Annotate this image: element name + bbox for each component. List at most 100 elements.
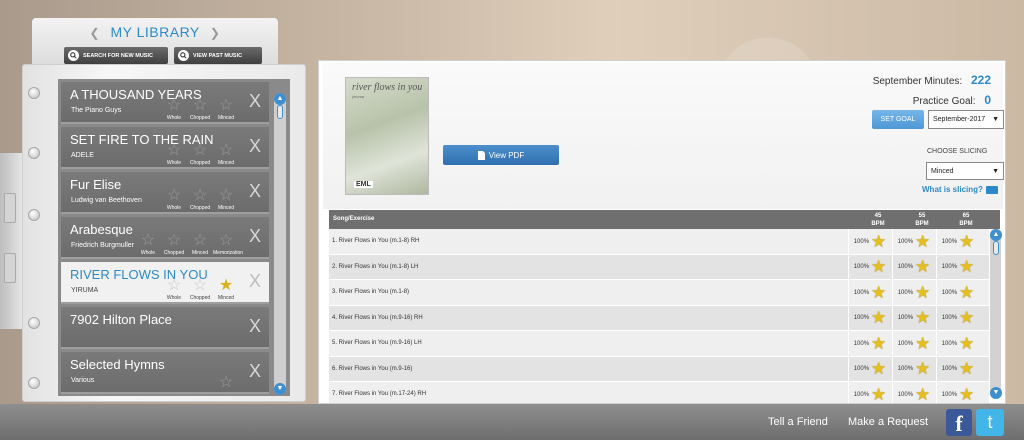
scroll-down-icon[interactable]: ▼ xyxy=(990,387,1002,399)
bpm-value: 55 xyxy=(918,213,926,219)
bpm-value: 45 xyxy=(874,213,882,219)
song-list-item[interactable]: Arabesque Friedrich Burgmuller X ☆ Whole ☆ Cho… xyxy=(61,217,269,259)
song-list-item[interactable]: RIVER FLOWS IN YOU YIRUMA X ☆ Whole ☆ Chopped ★… xyxy=(61,262,269,304)
remove-song-icon[interactable]: X xyxy=(249,316,261,337)
star-cell: ☆ Whole xyxy=(135,232,161,257)
exercise-name: 5. River Flows in You (m.9-16) LH xyxy=(332,340,422,346)
scroll-down-icon[interactable]: ▼ xyxy=(274,383,286,395)
what-is-slicing-link[interactable]: What is slicing? xyxy=(922,185,998,194)
bpm-cell[interactable]: 100% ★ xyxy=(892,305,935,331)
table-row[interactable]: 5. River Flows in You (m.9-16) LH 100% ★ 10… xyxy=(329,331,989,357)
tell-a-friend-link[interactable]: Tell a Friend xyxy=(768,416,828,428)
star-label: Whole xyxy=(166,115,182,121)
bpm-cell[interactable]: 100% ★ xyxy=(848,254,891,280)
scroll-thumb[interactable] xyxy=(277,105,283,119)
bpm-cell[interactable]: 100% ★ xyxy=(848,356,891,382)
star-icon: ★ xyxy=(915,231,931,251)
song-list-item[interactable]: Selected Hymns Various X ☆ xyxy=(61,352,269,394)
song-list-item[interactable]: 7902 Hilton Place X xyxy=(61,307,269,349)
bpm-cell[interactable]: 100% ★ xyxy=(936,382,979,404)
table-row[interactable]: 4. River Flows in You (m.9-16) RH 100% ★ 10… xyxy=(329,305,989,331)
star-icon: ☆ xyxy=(192,232,208,249)
bpm-cell[interactable]: 100% ★ xyxy=(936,229,979,255)
view-past-music-button[interactable]: VIEW PAST MUSIC xyxy=(174,47,262,64)
completion-percent: 100% xyxy=(941,289,958,296)
bpm-cell[interactable]: 100% ★ xyxy=(848,382,891,404)
goal-label: Practice Goal: xyxy=(912,96,976,107)
bpm-cell[interactable]: 100% ★ xyxy=(936,305,979,331)
song-list-item[interactable]: Fur Elise Ludwig van Beethoven X ☆ Whole ☆ Cho… xyxy=(61,172,269,214)
chevron-down-icon: ▼ xyxy=(992,167,999,175)
bpm-header: 55 BPM xyxy=(907,212,937,228)
twitter-icon[interactable]: t xyxy=(976,409,1004,436)
star-icon: ★ xyxy=(959,359,975,379)
completion-percent: 100% xyxy=(897,289,914,296)
scroll-thumb[interactable] xyxy=(993,241,999,255)
remove-song-icon[interactable]: X xyxy=(249,361,261,382)
goal-stat: Practice Goal: 0 xyxy=(913,93,991,107)
safe-hinge xyxy=(4,193,16,223)
scroll-up-icon[interactable]: ▲ xyxy=(990,229,1002,241)
completion-percent: 100% xyxy=(897,391,914,398)
star-cell: ☆ xyxy=(213,374,239,392)
progress-stars: ☆ Whole ☆ Chopped ☆ Minced xyxy=(161,142,239,167)
completion-percent: 100% xyxy=(897,315,914,322)
bpm-cell[interactable]: 100% ★ xyxy=(936,356,979,382)
table-row[interactable]: 3. River Flows in You (m.1-8) 100% ★ 100% ★ 1… xyxy=(329,280,989,306)
star-icon: ★ xyxy=(959,384,975,404)
star-icon: ☆ xyxy=(166,232,182,249)
star-cell: ☆ Chopped xyxy=(187,142,213,167)
remove-song-icon[interactable]: X xyxy=(249,226,261,247)
slicing-select-value: Minced xyxy=(931,167,954,175)
bpm-cell[interactable]: 100% ★ xyxy=(936,280,979,306)
search-new-music-button[interactable]: SEARCH FOR NEW MUSIC xyxy=(64,47,168,64)
safe-door xyxy=(0,153,24,329)
bpm-cell[interactable]: 100% ★ xyxy=(892,280,935,306)
library-title: MY LIBRARY xyxy=(110,24,200,40)
bpm-cell[interactable]: 100% ★ xyxy=(848,331,891,357)
bpm-cell[interactable]: 100% ★ xyxy=(848,280,891,306)
bpm-cell[interactable]: 100% ★ xyxy=(848,305,891,331)
remove-song-icon[interactable]: X xyxy=(249,271,261,292)
song-list-scrollbar[interactable]: ▲ ▼ xyxy=(274,93,286,395)
remove-song-icon[interactable]: X xyxy=(249,181,261,202)
month-select[interactable]: September-2017 ▼ xyxy=(928,110,1004,129)
table-row[interactable]: 7. River Flows in You (m.17-24) RH 100% ★ 1… xyxy=(329,382,989,404)
scroll-up-icon[interactable]: ▲ xyxy=(274,93,286,105)
facebook-icon[interactable]: f xyxy=(946,409,972,436)
star-cell: ☆ Minced xyxy=(213,142,239,167)
star-icon: ★ xyxy=(959,333,975,353)
set-goal-button[interactable]: SET GOAL xyxy=(872,110,924,129)
view-pdf-button[interactable]: View PDF xyxy=(443,145,559,165)
table-row[interactable]: 2. River Flows in You (m.1-8) LH 100% ★ 100… xyxy=(329,254,989,280)
remove-song-icon[interactable]: X xyxy=(249,136,261,157)
library-title-row: ❮ MY LIBRARY ❯ xyxy=(32,24,278,40)
song-list-item[interactable]: A THOUSAND YEARS The Piano Guys X ☆ Whole ☆ Ch… xyxy=(61,82,269,124)
star-cell: ☆ Whole xyxy=(161,142,187,167)
bpm-cell[interactable]: 100% ★ xyxy=(892,382,935,403)
star-icon: ★ xyxy=(871,384,887,404)
bpm-cell[interactable]: 100% ★ xyxy=(848,229,891,255)
slicing-select[interactable]: Minced ▼ xyxy=(926,162,1004,180)
bpm-cell[interactable]: 100% ★ xyxy=(936,254,979,280)
sheet-music-cover: river flows in you yiruma EML xyxy=(345,77,429,195)
bpm-cell[interactable]: 100% ★ xyxy=(892,356,935,382)
song-list-item[interactable]: SET FIRE TO THE RAIN ADELE X ☆ Whole ☆ Chopped… xyxy=(61,127,269,169)
bpm-cell[interactable]: 100% ★ xyxy=(936,331,979,357)
bpm-cell[interactable]: 100% ★ xyxy=(892,254,935,280)
star-cell: ☆ Memorization xyxy=(213,232,243,257)
remove-song-icon[interactable]: X xyxy=(249,91,261,112)
completion-percent: 100% xyxy=(853,366,870,373)
completion-percent: 100% xyxy=(941,264,958,271)
exercise-name: 1. River Flows in You (m.1-8) RH xyxy=(332,238,420,244)
bpm-cell[interactable]: 100% ★ xyxy=(892,331,935,357)
star-icon: ☆ xyxy=(166,142,182,159)
table-row[interactable]: 6. River Flows in You (m.9-16) 100% ★ 100% ★… xyxy=(329,356,989,382)
star-icon: ★ xyxy=(915,359,931,379)
exercise-table-scrollbar[interactable]: ▲ ▼ xyxy=(990,229,1002,399)
table-row[interactable]: 1. River Flows in You (m.1-8) RH 100% ★ 100… xyxy=(329,229,989,255)
star-cell: ☆ Chopped xyxy=(187,187,213,212)
bpm-cell[interactable]: 100% ★ xyxy=(892,229,935,255)
what-is-slicing-label: What is slicing? xyxy=(922,185,983,194)
make-a-request-link[interactable]: Make a Request xyxy=(848,416,928,428)
